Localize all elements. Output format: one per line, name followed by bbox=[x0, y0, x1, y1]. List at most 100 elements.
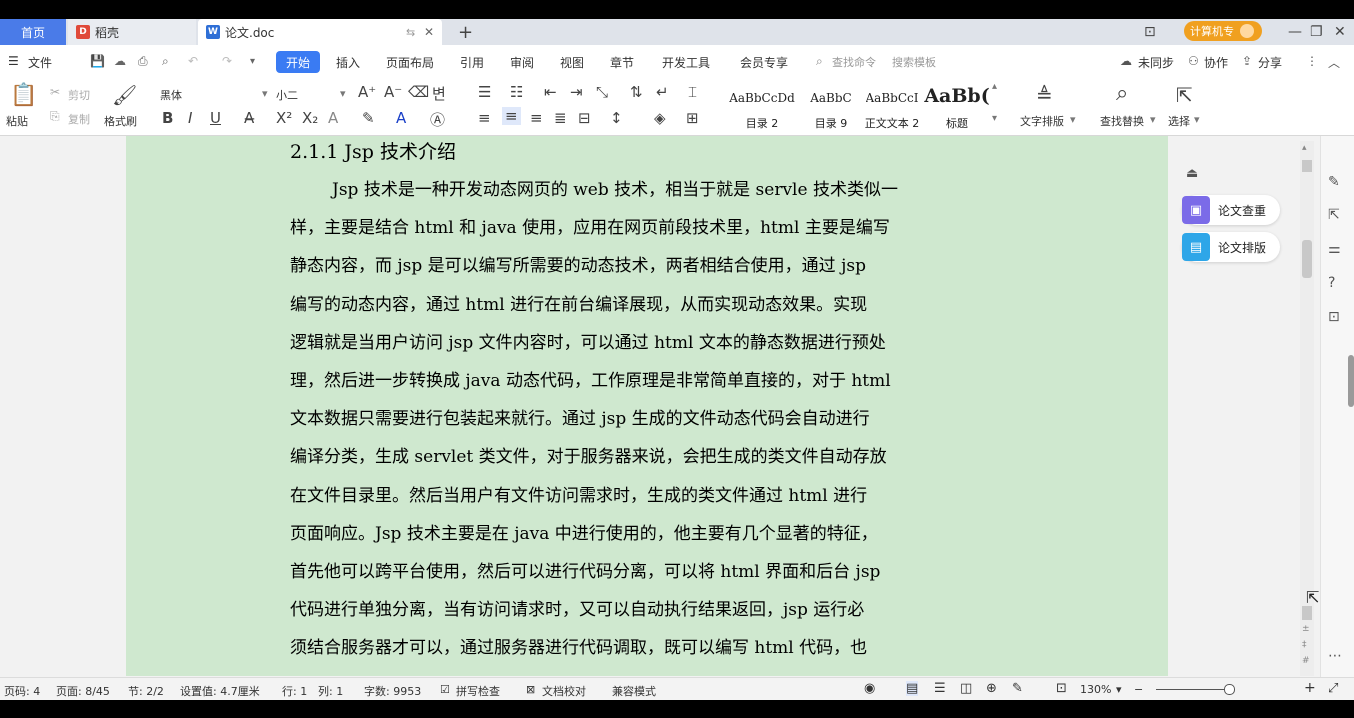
style-title[interactable]: AaBb( 标题 bbox=[924, 83, 989, 131]
style-toc2[interactable]: AaBbCcDd 目录 2 bbox=[729, 83, 795, 131]
distributed-icon[interactable]: ⊟ bbox=[578, 109, 591, 127]
bullet-list-icon[interactable]: ☰ bbox=[478, 83, 491, 101]
font-color-icon[interactable]: A bbox=[396, 109, 406, 127]
status-pages[interactable]: 页面: 8/45 bbox=[56, 683, 110, 699]
status-word-count[interactable]: 字数: 9953 bbox=[364, 683, 421, 699]
menu-view[interactable]: 视图 bbox=[560, 54, 584, 71]
tab-document[interactable]: W 论文.doc ⇆ ✕ bbox=[198, 19, 442, 45]
preview-icon[interactable]: ⌕ bbox=[162, 54, 169, 69]
search-template-input[interactable]: 搜索模板 bbox=[892, 54, 936, 70]
eye-protect-icon[interactable]: ◉ bbox=[864, 681, 875, 696]
find-replace-button[interactable]: 查找替换 bbox=[1100, 113, 1144, 129]
style-body2[interactable]: AaBbCcI 正文文本 2 bbox=[860, 83, 924, 131]
menu-member[interactable]: 会员专享 bbox=[740, 54, 788, 71]
menu-review[interactable]: 审阅 bbox=[510, 54, 534, 71]
increase-indent-icon[interactable]: ⇥ bbox=[570, 83, 583, 101]
minimize-button[interactable]: — bbox=[1288, 19, 1302, 45]
tab-home[interactable]: 首页 bbox=[0, 19, 66, 45]
italic-icon[interactable]: I bbox=[188, 109, 192, 127]
plagiarism-check-button[interactable]: ▣ 论文查重 bbox=[1182, 195, 1280, 225]
chinese-layout-icon[interactable]: ⤡ bbox=[596, 83, 608, 101]
justify-icon[interactable]: ≣ bbox=[554, 109, 567, 127]
bold-icon[interactable]: B bbox=[162, 109, 173, 127]
font-name-dropdown-icon[interactable]: ▾ bbox=[262, 87, 268, 100]
image-icon[interactable]: ⊡ bbox=[1328, 309, 1340, 325]
status-section[interactable]: 节: 2/2 bbox=[128, 683, 164, 699]
zoom-out-icon[interactable]: − bbox=[1134, 683, 1143, 696]
hamburger-icon[interactable]: ☰ bbox=[8, 54, 19, 68]
select-button[interactable]: 选择 bbox=[1168, 113, 1190, 129]
decrease-indent-icon[interactable]: ⇤ bbox=[544, 83, 557, 101]
write-view-icon[interactable]: ✎ bbox=[1012, 681, 1023, 696]
underline-icon[interactable]: U bbox=[210, 109, 221, 127]
text-effect-icon[interactable]: A bbox=[328, 109, 338, 127]
font-size-select[interactable]: 小二 bbox=[276, 87, 298, 103]
fit-page-icon[interactable]: ⊡ bbox=[1056, 681, 1067, 696]
strikethrough-icon[interactable]: A̶ bbox=[244, 109, 254, 127]
chevron-down-icon[interactable]: ▾ bbox=[250, 56, 255, 67]
phonetic-icon[interactable]: 변 bbox=[432, 83, 446, 104]
borders-icon[interactable]: ⊞ bbox=[686, 109, 699, 127]
scrollbar-thumb[interactable] bbox=[1302, 240, 1312, 278]
menu-chapter[interactable]: 章节 bbox=[610, 54, 634, 71]
menu-start[interactable]: 开始 bbox=[276, 51, 320, 73]
share-button[interactable]: 分享 bbox=[1258, 54, 1282, 71]
cut-button[interactable]: 剪切 bbox=[68, 87, 90, 103]
menu-insert[interactable]: 插入 bbox=[336, 54, 360, 71]
show-marks-icon[interactable]: ↵ bbox=[656, 83, 669, 101]
zoom-slider-handle[interactable] bbox=[1224, 684, 1235, 695]
align-center-icon[interactable]: ≡ bbox=[502, 107, 521, 125]
select-dropdown-icon[interactable]: ▾ bbox=[1194, 113, 1200, 126]
paste-button[interactable]: 粘贴 bbox=[6, 113, 28, 129]
help-icon[interactable]: ? bbox=[1328, 275, 1335, 291]
restore-button[interactable]: ❐ bbox=[1310, 19, 1323, 45]
menu-page-layout[interactable]: 页面布局 bbox=[386, 54, 434, 71]
style-scroll-down-icon[interactable]: ▾ bbox=[992, 113, 997, 124]
page-view-icon[interactable]: ▤ bbox=[906, 681, 919, 696]
paste-icon[interactable]: 📋 bbox=[10, 83, 37, 108]
style-scroll-up-icon[interactable]: ▴ bbox=[992, 81, 997, 92]
new-tab-button[interactable]: + bbox=[454, 19, 478, 45]
prev-page-icon[interactable]: ± bbox=[1302, 624, 1310, 634]
menu-dev-tools[interactable]: 开发工具 bbox=[662, 54, 710, 71]
adjust-icon[interactable]: ⚌ bbox=[1328, 241, 1341, 257]
more-icon[interactable]: ⋮ bbox=[1306, 54, 1318, 68]
print-icon[interactable]: ⎙ bbox=[138, 54, 148, 69]
fullscreen-icon[interactable]: ⤢ bbox=[1328, 681, 1338, 696]
member-badge[interactable]: 计算机专 bbox=[1184, 21, 1262, 41]
outline-view-icon[interactable]: ☰ bbox=[934, 681, 946, 696]
sync-status[interactable]: 未同步 bbox=[1138, 54, 1174, 71]
sort-icon[interactable]: ⇅ bbox=[630, 83, 643, 101]
menu-file[interactable]: 文件 bbox=[28, 54, 52, 71]
style-toc9[interactable]: AaBbC 目录 9 bbox=[806, 83, 856, 131]
shading-icon[interactable]: ◈ bbox=[654, 109, 666, 127]
zoom-in-icon[interactable]: + bbox=[1304, 680, 1316, 696]
zoom-dropdown-icon[interactable]: ▾ bbox=[1116, 683, 1122, 696]
status-setting[interactable]: 设置值: 4.7厘米 bbox=[180, 683, 260, 699]
shrink-font-icon[interactable]: A⁻ bbox=[384, 83, 402, 101]
tab-stops-icon[interactable]: ⌶ bbox=[688, 83, 697, 101]
align-left-icon[interactable]: ≡ bbox=[478, 109, 491, 127]
doc-proof-button[interactable]: 文档校对 bbox=[542, 683, 586, 699]
window-layout-icon[interactable]: ⊡ bbox=[1144, 19, 1156, 45]
font-name-select[interactable]: 黑体 bbox=[160, 87, 182, 103]
superscript-icon[interactable]: X² bbox=[276, 109, 292, 127]
highlight-icon[interactable]: ✎ bbox=[362, 109, 375, 127]
clear-format-icon[interactable]: ⌫ bbox=[408, 83, 429, 101]
scroll-up-icon[interactable]: ▴ bbox=[1302, 143, 1307, 153]
text-layout-button[interactable]: 文字排版 bbox=[1020, 113, 1064, 129]
grow-font-icon[interactable]: A⁺ bbox=[358, 83, 376, 101]
text-layout-dropdown-icon[interactable]: ▾ bbox=[1070, 113, 1076, 126]
format-painter-button[interactable]: 格式刷 bbox=[104, 113, 137, 129]
document-body[interactable]: Jsp 技术是一种开发动态网页的 web 技术，相当于就是 servle 技术类… bbox=[290, 171, 1006, 667]
char-border-icon[interactable]: Ⓐ bbox=[430, 109, 445, 130]
tab-close-icon[interactable]: ✕ bbox=[424, 25, 434, 39]
pointer-icon[interactable]: ⇱ bbox=[1328, 207, 1340, 223]
numbered-list-icon[interactable]: ☷ bbox=[510, 83, 523, 101]
zoom-slider-track[interactable] bbox=[1156, 689, 1226, 690]
paper-layout-button[interactable]: ▤ 论文排版 bbox=[1182, 232, 1280, 262]
web-view-icon[interactable]: ⊕ bbox=[986, 681, 997, 696]
line-spacing-icon[interactable]: ↕ bbox=[610, 109, 623, 127]
collab-button[interactable]: 协作 bbox=[1204, 54, 1228, 71]
right-toolbar-scroll[interactable] bbox=[1348, 355, 1354, 407]
